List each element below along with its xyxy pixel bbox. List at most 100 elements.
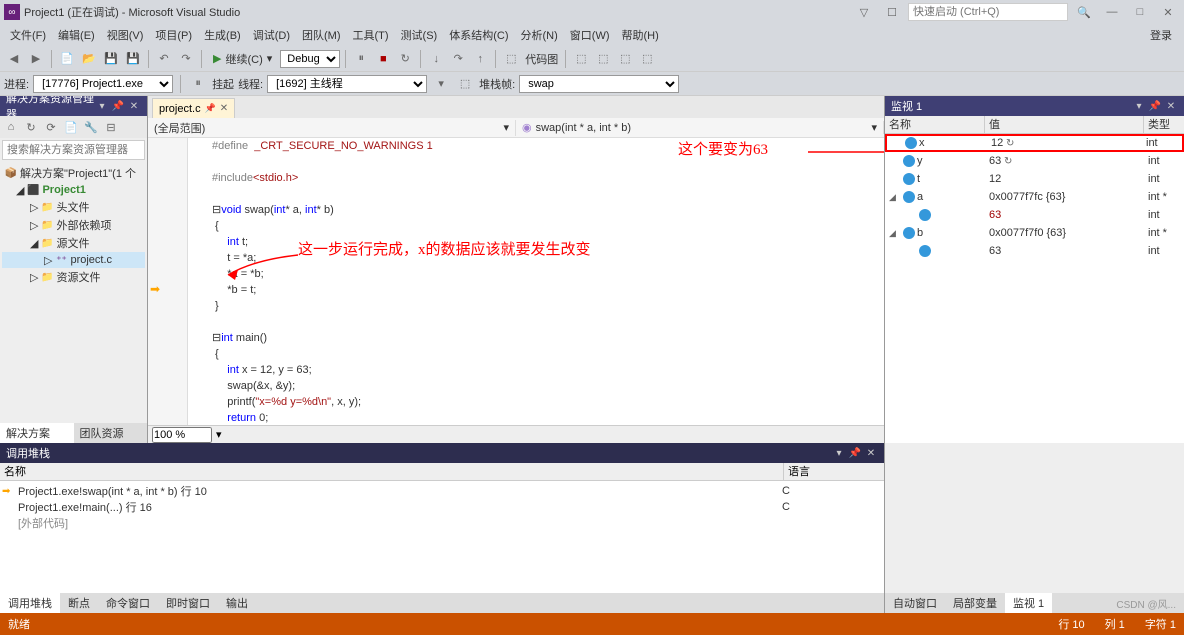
undo-icon[interactable]: ↶ [154,49,174,69]
folder-node[interactable]: ▷📁资源文件 [2,268,145,286]
dropdown-icon[interactable]: ▾ [1132,99,1146,113]
menu-item[interactable]: 调试(D) [247,25,296,45]
pin-icon[interactable]: 📌 [848,446,862,460]
menu-item[interactable]: 体系结构(C) [443,25,514,45]
close-button[interactable]: ✕ [1156,3,1180,21]
menu-item[interactable]: 编辑(E) [52,25,101,45]
restart-icon[interactable]: ↻ [395,49,415,69]
watch-row[interactable]: t12int [885,170,1184,188]
refresh-icon[interactable]: ↻ [1003,138,1014,149]
open-icon[interactable]: 📂 [79,49,99,69]
folder-node[interactable]: ▷📁外部依赖项 [2,216,145,234]
bottom-tab[interactable]: 即时窗口 [158,593,218,613]
menu-item[interactable]: 团队(M) [296,25,347,45]
tool-icon[interactable]: ⬚ [593,49,613,69]
thread-tool-icon[interactable]: ▾ [431,74,451,94]
tool-icon[interactable]: ⬚ [615,49,635,69]
step-out-icon[interactable]: ↑ [470,49,490,69]
menu-item[interactable]: 文件(F) [4,25,52,45]
expand-icon[interactable]: ◢ [889,228,901,239]
refresh-icon[interactable]: ↻ [1001,156,1012,167]
watch-row[interactable]: ◢b0x0077f7f0 {63}int * [885,224,1184,242]
code-editor[interactable]: ➡ #define _CRT_SECURE_NO_WARNINGS 1 #inc… [148,138,884,425]
stack-dropdown[interactable]: swap [519,75,679,93]
refresh-icon[interactable]: ↻ [22,118,40,136]
callstack-row[interactable]: Project1.exe!main(...) 行 16C [2,499,882,515]
home-icon[interactable]: ⌂ [2,118,20,136]
tab-team[interactable]: 团队资源管... [74,423,148,443]
expand-icon[interactable]: ▷ [44,254,52,267]
scope-dropdown[interactable]: (全局范围)▾ [148,120,516,136]
tool-icon[interactable]: ⬚ [637,49,657,69]
close-icon[interactable]: ✕ [864,446,878,460]
menu-item[interactable]: 测试(S) [395,25,444,45]
watch-row[interactable]: 63int [885,206,1184,224]
bottom-tab[interactable]: 输出 [218,593,256,613]
callstack-row[interactable]: ➡Project1.exe!swap(int * a, int * b) 行 1… [2,483,882,499]
feedback-icon[interactable]: ☐ [880,3,904,21]
close-icon[interactable]: ✕ [127,99,141,113]
tab-solution[interactable]: 解决方案资... [0,423,74,443]
watch-row[interactable]: y63 ↻int [885,152,1184,170]
quick-launch-input[interactable] [908,3,1068,21]
solution-root[interactable]: 📦解决方案"Project1"(1 个 [2,164,145,182]
folder-node[interactable]: ◢📁源文件 [2,234,145,252]
menu-item[interactable]: 窗口(W) [564,25,616,45]
step-over-icon[interactable]: ↷ [448,49,468,69]
close-icon[interactable]: ✕ [1164,99,1178,113]
step-into-icon[interactable]: ↓ [426,49,446,69]
bottom-tab[interactable]: 调用堆栈 [0,593,60,613]
nav-fwd-button[interactable]: ▶ [26,49,46,69]
close-icon[interactable]: ✕ [220,103,228,114]
properties-icon[interactable]: 🔧 [82,118,100,136]
file-tab[interactable]: project.c 📌 ✕ [152,98,235,118]
function-dropdown[interactable]: ◉swap(int * a, int * b)▾ [516,121,884,134]
tool-icon[interactable]: ⬚ [571,49,591,69]
thread-tool-icon[interactable]: ⬚ [455,74,475,94]
menu-item[interactable]: 项目(P) [149,25,198,45]
notification-icon[interactable]: ▽ [852,3,876,21]
thread-dropdown[interactable]: [1692] 主线程 [267,75,427,93]
file-node[interactable]: ▷⁺⁺project.c [2,252,145,268]
dropdown-icon[interactable]: ▾ [95,99,109,113]
menu-item[interactable]: 工具(T) [347,25,395,45]
redo-icon[interactable]: ↷ [176,49,196,69]
expand-icon[interactable]: ▷ [30,271,38,284]
save-icon[interactable]: 💾 [101,49,121,69]
code-map-icon[interactable]: ⬚ [501,49,521,69]
pin-icon[interactable]: 📌 [1148,99,1162,113]
signin-link[interactable]: 登录 [1142,25,1180,45]
stop-icon[interactable]: ■ [373,49,393,69]
bottom-tab[interactable]: 自动窗口 [885,593,945,613]
watch-row[interactable]: ◢a0x0077f7fc {63}int * [885,188,1184,206]
continue-button[interactable]: ▶ 继续(C) ▾ [207,51,278,67]
process-dropdown[interactable]: [17776] Project1.exe [33,75,173,93]
sync-icon[interactable]: ⟳ [42,118,60,136]
break-all-icon[interactable]: ⏸ [351,49,371,69]
folder-node[interactable]: ▷📁头文件 [2,198,145,216]
new-project-icon[interactable]: 📄 [57,49,77,69]
zoom-input[interactable] [152,427,212,443]
bottom-tab[interactable]: 断点 [60,593,98,613]
save-all-icon[interactable]: 💾 [123,49,143,69]
solution-search-input[interactable] [2,140,145,160]
maximize-button[interactable]: □ [1128,3,1152,21]
bottom-tab[interactable]: 监视 1 [1005,593,1052,613]
nav-back-button[interactable]: ◀ [4,49,24,69]
expand-icon[interactable]: ◢ [889,192,901,203]
show-all-icon[interactable]: 📄 [62,118,80,136]
pin-icon[interactable]: 📌 [205,103,216,114]
code-content[interactable]: #define _CRT_SECURE_NO_WARNINGS 1 #inclu… [202,138,884,425]
menu-item[interactable]: 分析(N) [515,25,564,45]
bottom-tab[interactable]: 命令窗口 [98,593,158,613]
watch-row[interactable]: 63int [885,242,1184,260]
bottom-tab[interactable]: 局部变量 [945,593,1005,613]
dropdown-icon[interactable]: ▾ [832,446,846,460]
chevron-down-icon[interactable]: ▾ [216,428,222,441]
watch-row[interactable]: x12 ↻int [885,134,1184,152]
menu-item[interactable]: 生成(B) [198,25,247,45]
expand-icon[interactable]: ▷ [30,219,38,232]
collapse-icon[interactable]: ⊟ [102,118,120,136]
menu-item[interactable]: 视图(V) [101,25,150,45]
expand-icon[interactable]: ◢ [30,237,38,250]
